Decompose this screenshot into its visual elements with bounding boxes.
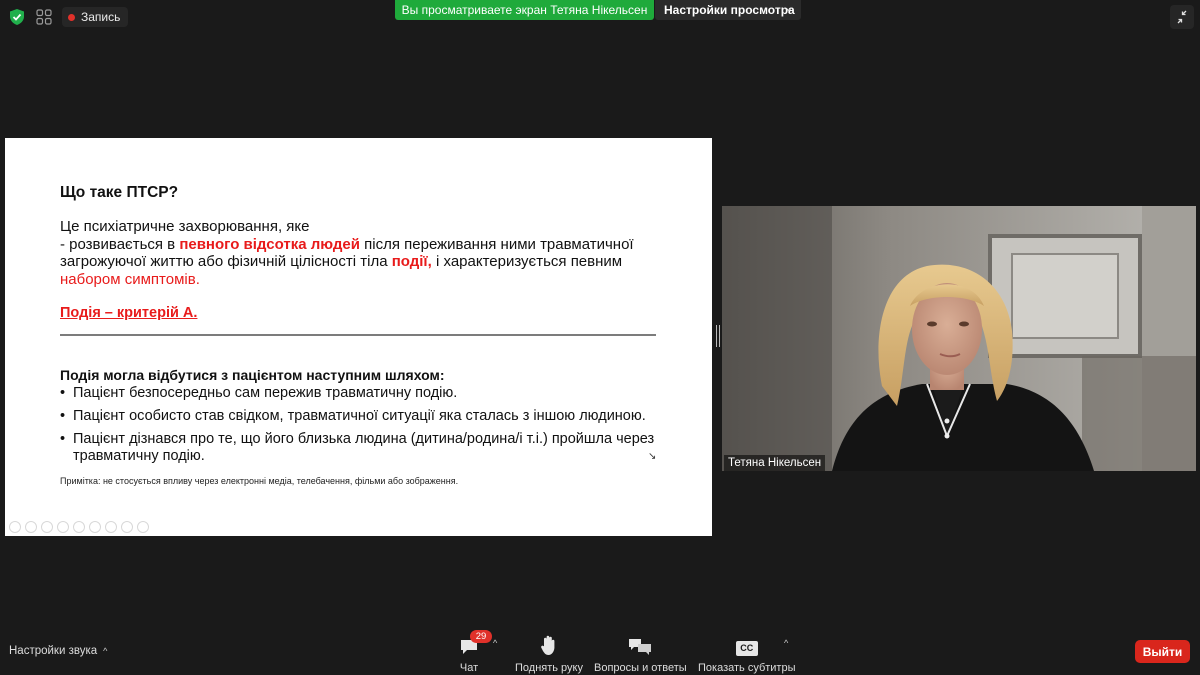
next-slide-icon[interactable] xyxy=(25,521,37,533)
slide-note: Примітка: не стосується впливу через еле… xyxy=(60,476,459,486)
chat-label: Чат xyxy=(459,662,479,674)
event-criterion: Подія – критерій А. xyxy=(60,305,198,321)
shield-icon[interactable] xyxy=(8,8,26,26)
definition-line-3: загрожуючої життю або фізичній цілісност… xyxy=(60,253,623,270)
recording-label: Запись xyxy=(81,10,121,24)
raise-hand-button[interactable]: Поднять руку xyxy=(515,632,583,674)
ways-list: Пацієнт безпосередньо сам пережив травма… xyxy=(60,385,670,471)
hand-icon xyxy=(540,632,558,656)
raise-hand-label: Поднять руку xyxy=(515,662,583,674)
definition-line-2: - розвивається в певного відсотка людей … xyxy=(60,235,634,253)
highlighter-icon[interactable] xyxy=(57,521,69,533)
chevron-up-icon: ^ xyxy=(103,646,108,656)
captions-button[interactable]: CC Показать субтитры xyxy=(698,632,796,674)
chat-unread-badge: 29 xyxy=(470,630,492,643)
minimize-icon xyxy=(1177,10,1187,24)
audio-settings-button[interactable]: Настройки звука ^ xyxy=(9,645,107,657)
ways-heading: Подія могла відбутися з пацієнтом наступ… xyxy=(60,367,445,383)
participant-video[interactable]: Тетяна Нікельсен xyxy=(722,206,1196,471)
grid-view-icon[interactable] xyxy=(36,9,52,25)
leave-button[interactable]: Выйти xyxy=(1135,640,1190,663)
leave-label: Выйти xyxy=(1142,644,1183,659)
slide-title: Що таке ПТСР? xyxy=(60,184,179,201)
video-feed xyxy=(722,206,1196,471)
definition-line-4: набором симптомів. xyxy=(60,271,660,289)
audio-settings-label: Настройки звука xyxy=(9,645,98,657)
more-icon[interactable] xyxy=(137,521,149,533)
pen-icon[interactable] xyxy=(41,521,53,533)
qa-button[interactable]: Вопросы и ответы xyxy=(594,632,687,674)
presentation-toolbar xyxy=(9,521,149,533)
chat-options-chevron-icon[interactable]: ^ xyxy=(493,638,497,648)
top-bar: Запись Вы просматриваете экран Тетяна Ні… xyxy=(0,0,1200,34)
splitter-handle[interactable] xyxy=(716,325,720,347)
definition-line-1: Це психіатричне захворювання, яке xyxy=(60,218,310,235)
grid-icon[interactable] xyxy=(89,521,101,533)
highlight-event: події, xyxy=(391,253,432,270)
record-dot-icon xyxy=(68,13,75,21)
closed-captions-icon: CC xyxy=(735,632,758,656)
share-banner-text: Вы просматриваете экран Тетяна Нікельсен xyxy=(401,3,648,17)
captions-label: Показать субтитры xyxy=(698,662,796,674)
share-banner: Вы просматриваете экран Тетяна Нікельсен xyxy=(395,0,654,20)
zoom-icon[interactable] xyxy=(73,521,85,533)
subtitle-icon[interactable] xyxy=(105,521,117,533)
slide-divider xyxy=(60,334,656,336)
view-options-label: Настройки просмотра xyxy=(664,3,795,17)
camera-icon[interactable] xyxy=(121,521,133,533)
exit-fullscreen-button[interactable] xyxy=(1170,5,1194,29)
list-item: Пацієнт безпосередньо сам пережив травма… xyxy=(60,385,670,402)
slide-definition: Це психіатричне захворювання, яке - розв… xyxy=(60,218,660,288)
mouse-cursor-icon: ↘ xyxy=(648,451,657,462)
shared-screen: Що таке ПТСР? Це психіатричне захворюван… xyxy=(5,138,712,536)
chevron-down-icon: ⌄ xyxy=(784,3,793,14)
qa-icon xyxy=(628,632,652,656)
highlight-symptoms: набором симптомів. xyxy=(60,270,200,288)
highlight-percent: певного відсотка людей xyxy=(179,235,360,253)
list-item: Пацієнт особисто став свідком, травматич… xyxy=(60,408,670,425)
list-item: Пацієнт дізнався про те, що його близька… xyxy=(60,431,670,465)
captions-options-chevron-icon[interactable]: ^ xyxy=(784,638,788,648)
view-options-button[interactable]: Настройки просмотра ⌄ xyxy=(655,0,801,20)
prev-slide-icon[interactable] xyxy=(9,521,21,533)
qa-label: Вопросы и ответы xyxy=(594,662,687,674)
recording-indicator[interactable]: Запись xyxy=(62,7,129,27)
participant-name-tag: Тетяна Нікельсен xyxy=(724,455,826,471)
